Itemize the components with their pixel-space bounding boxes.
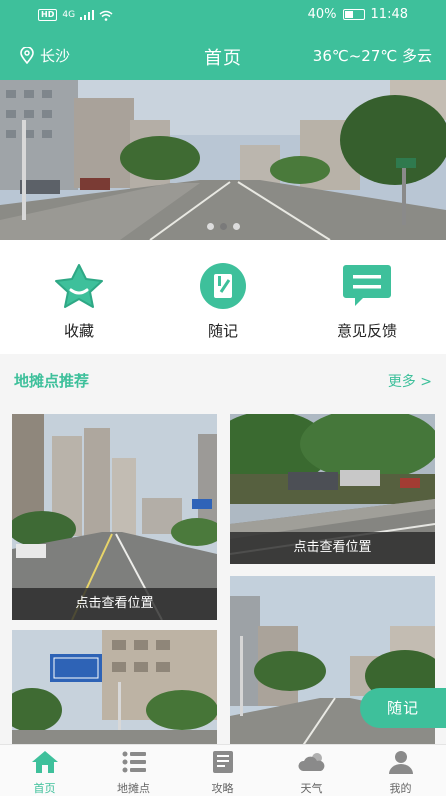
feedback-icon: [343, 265, 391, 306]
hd-badge: HD: [38, 9, 58, 21]
carousel-dot[interactable]: [232, 223, 240, 230]
tab-guide-label: 攻略: [211, 782, 234, 795]
wifi-icon: [99, 10, 113, 21]
banner-street-photo: [0, 80, 446, 240]
battery-icon: [342, 9, 365, 20]
user-icon: [388, 751, 413, 774]
carousel-dot-active[interactable]: [219, 223, 227, 230]
carousel-dot[interactable]: [206, 223, 214, 230]
weather-summary[interactable]: 36℃~27℃ 多云: [313, 45, 432, 66]
stall-card[interactable]: 点击查看位置: [12, 414, 217, 620]
status-bar: HD 4G 40% 11:48: [0, 0, 446, 30]
clock: 11:48: [370, 7, 408, 22]
favorites-label: 收藏: [63, 322, 94, 340]
signal-icon: [80, 10, 95, 20]
notes-label: 随记: [207, 322, 238, 340]
tab-stalls-label: 地摊点: [117, 782, 150, 795]
stall-photo: [12, 630, 217, 744]
home-icon: [31, 751, 58, 773]
signal-label: 4G: [62, 10, 76, 20]
stall-card[interactable]: 点击查看位置: [230, 414, 435, 564]
recommend-section-header: 地摊点推荐 更多 >: [0, 354, 446, 404]
favorites-action[interactable]: 收藏: [29, 262, 129, 341]
tab-weather-label: 天气: [300, 782, 323, 795]
star-icon: [55, 264, 103, 308]
notes-float-button[interactable]: 随记: [360, 688, 446, 728]
tab-guide[interactable]: 攻略: [178, 749, 267, 796]
carousel-dots: [0, 223, 446, 230]
tab-stalls[interactable]: 地摊点: [89, 749, 178, 796]
list-icon: [122, 751, 146, 773]
app-root: { "status_bar": {"network": "HD", "signa…: [0, 0, 446, 796]
view-location-caption: 点击查看位置: [12, 588, 217, 620]
battery-text: 40%: [307, 7, 337, 22]
status-right: 40% 11:48: [308, 7, 408, 22]
note-icon: [200, 263, 246, 309]
tab-mine[interactable]: 我的: [356, 749, 445, 796]
feedback-label: 意见反馈: [336, 322, 397, 340]
quick-actions: 收藏 随记 意见反馈: [0, 240, 446, 354]
tab-home[interactable]: 首页: [0, 749, 89, 796]
banner-carousel[interactable]: [0, 80, 446, 240]
section-title: 地摊点推荐: [14, 372, 90, 390]
stall-card[interactable]: [12, 630, 217, 744]
book-icon: [212, 751, 233, 773]
network-indicators: HD 4G: [38, 9, 113, 21]
tab-weather[interactable]: 天气: [267, 749, 356, 796]
app-header: 长沙 首页 36℃~27℃ 多云: [0, 30, 446, 80]
cloud-icon: [297, 753, 324, 771]
view-location-caption: 点击查看位置: [230, 532, 435, 564]
notes-action[interactable]: 随记: [173, 262, 273, 341]
bottom-tab-bar: 首页 地摊点 攻略 天气 我的: [0, 744, 446, 796]
tab-home-label: 首页: [33, 782, 56, 795]
top-bar: HD 4G 40% 11:48 长沙 首页 36℃~27℃ 多云: [0, 0, 446, 80]
feedback-action[interactable]: 意见反馈: [317, 262, 417, 341]
more-link[interactable]: 更多 >: [388, 371, 432, 391]
tab-mine-label: 我的: [389, 782, 412, 795]
